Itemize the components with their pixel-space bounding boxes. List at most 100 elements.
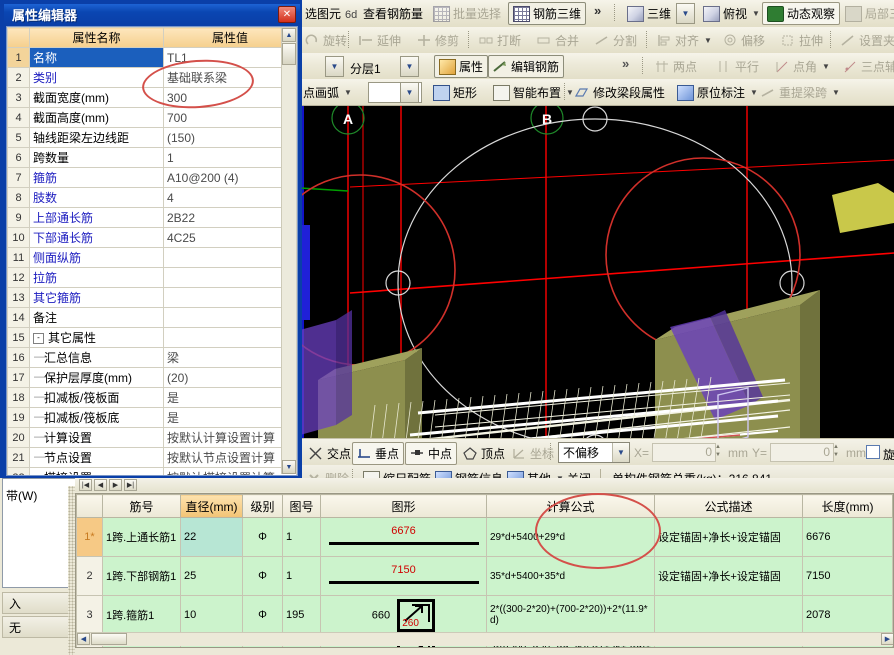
scroll-thumb[interactable] <box>282 43 296 65</box>
cell-bar-no[interactable]: 1跨.上通长筋1 <box>102 517 181 557</box>
rectangle-button[interactable]: 矩形 <box>428 81 482 104</box>
scroll-up-button[interactable]: ▲ <box>282 28 296 42</box>
property-row[interactable]: 18 扣减板/筏板面 是 <box>7 387 297 408</box>
property-value[interactable]: 2B22 <box>163 207 297 228</box>
x-coordinate-input[interactable]: 0 <box>652 443 716 462</box>
property-editor-body[interactable]: 属性名称 属性值 1 名称 TL1 2 类别 基础联系梁 3 截面宽度(mm) <box>6 26 298 476</box>
cell-drawing-no[interactable]: 195 <box>282 595 321 635</box>
panel-splitter-grip[interactable] <box>68 486 75 655</box>
cell-drawing-no[interactable]: 1 <box>282 517 321 557</box>
cell-description[interactable]: 设定锚固+净长+设定锚固 <box>654 517 803 557</box>
col-header-bar-no[interactable]: 筋号 <box>102 494 181 518</box>
cell-grade[interactable]: Φ <box>242 595 283 635</box>
chevron-down-icon[interactable]: ▼ <box>344 88 352 97</box>
row-number[interactable]: 2 <box>76 556 103 596</box>
rotate-checkbox[interactable] <box>866 445 880 459</box>
property-value[interactable]: 是 <box>163 387 297 408</box>
property-editor-scrollbar[interactable]: ▲ ▼ <box>281 28 296 474</box>
cell-bar-no[interactable]: 1跨.箍筋1 <box>102 595 181 635</box>
property-value[interactable]: 4C25 <box>163 227 297 248</box>
property-row[interactable]: 21 节点设置 按默认节点设置计算 <box>7 447 297 468</box>
rebar-3d-button[interactable]: 钢筋三维 <box>508 2 587 25</box>
scroll-left-button[interactable]: ◀ <box>77 633 90 645</box>
chevron-down-icon[interactable]: ▼ <box>704 36 712 45</box>
property-value[interactable]: TL1 <box>163 47 297 68</box>
property-value[interactable]: 700 <box>163 107 297 128</box>
collapse-expander-icon[interactable]: - <box>33 333 44 345</box>
three-point-axis-button[interactable]: 三点辅轴 ▼ <box>838 55 894 78</box>
property-name[interactable]: 备注 <box>29 307 164 328</box>
property-editor-dialog[interactable]: 属性编辑器 ✕ 属性名称 属性值 1 名称 TL1 2 类别 基础联系梁 3 截… <box>0 0 302 478</box>
property-row[interactable]: 1 名称 TL1 <box>7 47 297 68</box>
property-value[interactable]: 是 <box>163 407 297 428</box>
property-value[interactable] <box>163 247 297 268</box>
property-value[interactable]: A10@200 (4) <box>163 167 297 188</box>
row-number[interactable]: 1* <box>76 517 103 557</box>
property-value[interactable]: (20) <box>163 367 297 388</box>
property-value[interactable]: 1 <box>163 147 297 168</box>
property-row[interactable]: 6 跨数量 1 <box>7 147 297 168</box>
col-header-drawing-no[interactable]: 图号 <box>282 494 321 518</box>
property-row[interactable]: 2 类别 基础联系梁 <box>7 67 297 88</box>
cell-length[interactable]: 7150 <box>802 556 893 596</box>
property-name[interactable]: 跨数量 <box>29 147 164 168</box>
cell-shape[interactable]: 660 260 <box>320 595 487 635</box>
property-col-name[interactable]: 属性名称 <box>29 27 164 48</box>
batch-select-button[interactable]: 批量选择 <box>428 2 506 25</box>
scroll-right-button[interactable]: ▶ <box>881 633 893 645</box>
property-name[interactable]: 名称 <box>29 47 164 68</box>
property-col-value[interactable]: 属性值 <box>163 27 297 48</box>
left-menu-item-label[interactable]: 带(W) <box>6 487 37 504</box>
cell-length[interactable]: 6676 <box>802 517 893 557</box>
edit-rebar-button[interactable]: 编辑钢筋 <box>488 55 565 78</box>
nav-next-button[interactable]: ▶ <box>109 479 122 491</box>
orbit-button[interactable]: 动态观察 <box>762 2 841 25</box>
property-name[interactable]: 扣减板/筏板底 <box>29 407 164 428</box>
col-header-shape[interactable]: 图形 <box>320 494 487 518</box>
property-name[interactable]: 扣减板/筏板面 <box>29 387 164 408</box>
scroll-down-button[interactable]: ▼ <box>282 460 296 474</box>
nav-prev-button[interactable]: ◀ <box>94 479 107 491</box>
property-name[interactable]: 侧面纵筋 <box>29 247 164 268</box>
property-value[interactable] <box>163 287 297 308</box>
local-3d-button[interactable]: 局部三维 <box>840 2 894 25</box>
col-header-blank[interactable] <box>76 494 103 518</box>
cell-diameter[interactable]: 10 <box>180 595 243 635</box>
property-value[interactable] <box>163 327 297 348</box>
view-rebar-qty-button[interactable]: 6d 查看钢筋量 <box>340 2 428 25</box>
cell-grade[interactable]: Φ <box>242 556 283 596</box>
table-row[interactable]: 3 1跨.箍筋1 10 Φ 195 660 260 2*((300-2*20)+… <box>76 595 893 635</box>
property-row[interactable]: 3 截面宽度(mm) 300 <box>7 87 297 108</box>
chevron-down-icon[interactable]: ▼ <box>612 443 629 462</box>
split-button[interactable]: 分割 <box>590 29 642 52</box>
snap-intersection-button[interactable]: 交点 <box>304 442 356 465</box>
table-row[interactable]: 1* 1跨.上通长筋1 22 Φ 1 6676 29*d+5400+29*d 设… <box>76 517 893 557</box>
chevron-down-icon[interactable]: ▼ <box>832 88 840 97</box>
property-row[interactable]: 15 - 其它属性 <box>7 327 297 348</box>
cell-shape[interactable]: 7150 <box>320 556 487 596</box>
col-header-grade[interactable]: 级别 <box>242 494 283 518</box>
property-row[interactable]: 10 下部通长筋 4C25 <box>7 227 297 248</box>
property-row[interactable]: 9 上部通长筋 2B22 <box>7 207 297 228</box>
chevron-down-icon[interactable]: ▼ <box>822 62 830 71</box>
property-row[interactable]: 19 扣减板/筏板底 是 <box>7 407 297 428</box>
cell-formula[interactable]: 29*d+5400+29*d <box>486 517 655 557</box>
property-value[interactable]: (150) <box>163 127 297 148</box>
nav-last-button[interactable]: ▶| <box>124 479 137 491</box>
close-icon[interactable]: ✕ <box>278 6 296 23</box>
layer-dropdown[interactable]: ▼ <box>400 56 419 77</box>
property-name[interactable]: 拉筋 <box>29 267 164 288</box>
parallel-button[interactable]: 平行 <box>712 55 764 78</box>
nav-first-button[interactable]: |◀ <box>79 479 92 491</box>
in-situ-annotation-button[interactable]: 原位标注 ▼ <box>672 81 763 104</box>
col-header-length[interactable]: 长度(mm) <box>802 494 893 518</box>
table-horizontal-scrollbar[interactable]: ◀ ▶ <box>77 632 893 646</box>
property-name[interactable]: 类别 <box>29 67 164 88</box>
cell-formula[interactable]: 35*d+5400+35*d <box>486 556 655 596</box>
row-number[interactable]: 3 <box>76 595 103 635</box>
edit-beam-segment-button[interactable]: 修改梁段属性 <box>570 81 670 104</box>
offset-button[interactable]: 偏移 <box>718 29 770 52</box>
rebar-3d-viewport[interactable]: A B <box>300 105 894 438</box>
property-row[interactable]: 4 截面高度(mm) 700 <box>7 107 297 128</box>
cell-formula[interactable]: 2*((300-2*20)+(700-2*20))+2*(11.9*d) <box>486 595 655 635</box>
